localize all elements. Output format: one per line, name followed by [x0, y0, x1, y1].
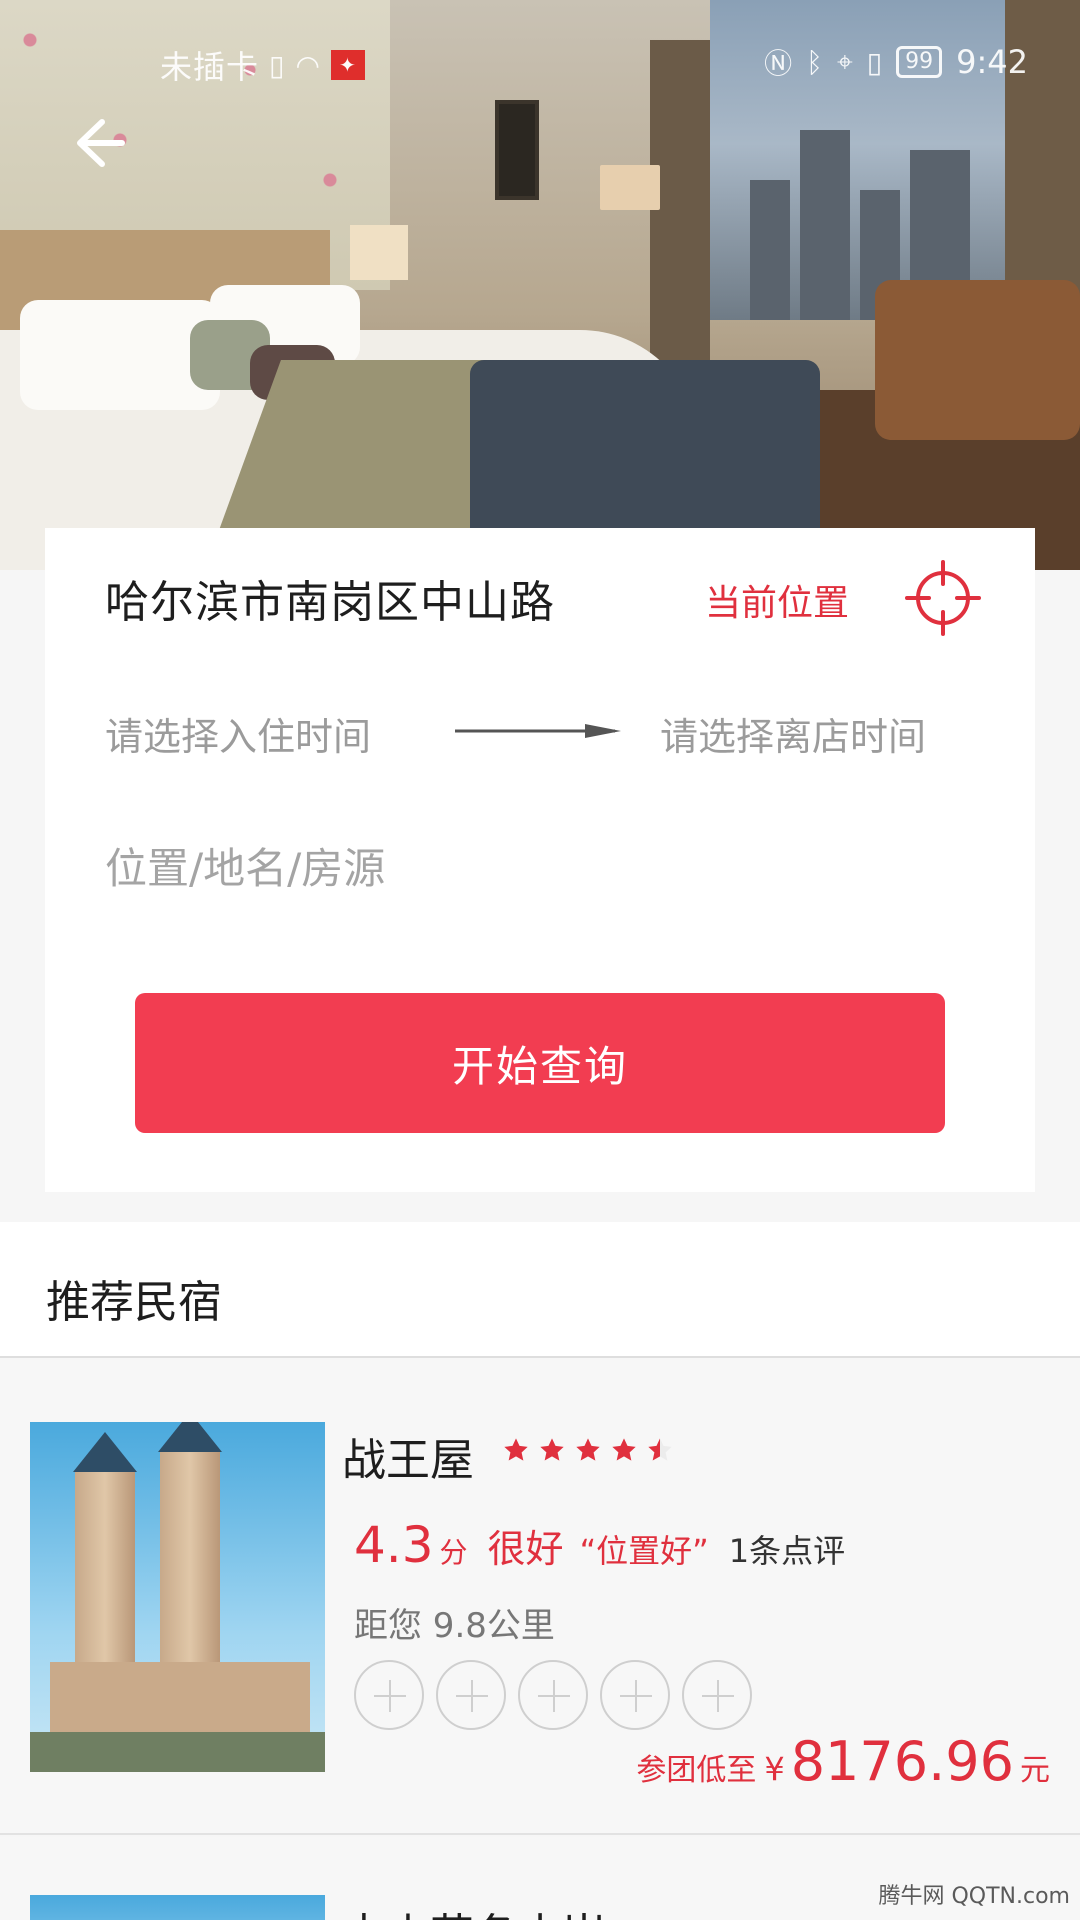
listing-name[interactable]: 战王屋	[342, 1424, 474, 1488]
amenity-placeholder-icon	[600, 1660, 670, 1730]
amenity-icons	[354, 1660, 752, 1730]
listing-thumbnail[interactable]	[30, 1895, 325, 1920]
list-item[interactable]: 战王屋 4.3 分 很好 “位置好” 1条点评 距您 9.8公里 参团低至 ¥ …	[0, 1360, 1080, 1835]
star-icon	[540, 1438, 564, 1461]
watermark-logo: 腾牛网 QQTN.com	[878, 1884, 1070, 1909]
star-icon	[504, 1438, 528, 1461]
rating-row: 4.3 分 很好 “位置好” 1条点评	[354, 1516, 845, 1574]
listing-name[interactable]: 中山花冬水岸	[342, 1899, 606, 1920]
review-quote: “位置好”	[579, 1532, 709, 1570]
star-icon	[612, 1438, 636, 1461]
amenity-placeholder-icon	[436, 1660, 506, 1730]
listing-thumbnail[interactable]	[30, 1422, 325, 1772]
hero-armchair	[875, 280, 1080, 440]
amenity-placeholder-icon	[682, 1660, 752, 1730]
review-count[interactable]: 1条点评	[729, 1526, 845, 1572]
place-search-input[interactable]	[105, 833, 965, 903]
nfc-icon: Ⓝ	[764, 47, 793, 80]
amenity-placeholder-icon	[354, 1660, 424, 1730]
current-location-button[interactable]: 当前位置	[705, 574, 849, 626]
currency-symbol: ¥	[764, 1750, 785, 1788]
status-bar: 未插卡 ▯ ◠ ✦ Ⓝ ᛒ ⌖ ▯ 99 9:42	[0, 0, 1080, 128]
price-block: 参团低至 ¥ 8176.96 元	[636, 1730, 1050, 1793]
price-unit: 元	[1020, 1753, 1050, 1788]
sim-icon: ▯	[269, 48, 286, 82]
battery-icon: 99	[896, 46, 943, 78]
wifi-icon: ◠	[295, 48, 321, 82]
arrow-left-icon	[77, 119, 125, 167]
back-button[interactable]	[62, 108, 132, 178]
location-icon: ⌖	[836, 45, 853, 78]
half-star-icon	[648, 1438, 672, 1461]
amenity-placeholder-icon	[518, 1660, 588, 1730]
app-flag-icon: ✦	[330, 50, 365, 80]
section-title: 推荐民宿	[46, 1277, 222, 1328]
star-icon	[576, 1438, 600, 1461]
checkout-date-picker[interactable]: 请选择离店时间	[660, 706, 926, 761]
price-value: 8176.96	[790, 1730, 1014, 1793]
distance-text: 距您 9.8公里	[354, 1606, 555, 1646]
praise-label: 很好	[487, 1527, 564, 1571]
price-label: 参团低至	[636, 1753, 757, 1788]
vibrate-icon: ▯	[866, 45, 883, 79]
star-rating	[502, 1436, 674, 1464]
arrow-right-icon	[455, 724, 621, 738]
carrier-label: 未插卡	[160, 48, 260, 86]
address-text[interactable]: 哈尔滨市南岗区中山路	[105, 566, 555, 630]
crosshair-icon[interactable]	[903, 558, 983, 638]
search-card: 哈尔滨市南岗区中山路 当前位置 请选择入住时间 请选择离店时间 开始查询	[45, 528, 1035, 1192]
checkin-date-picker[interactable]: 请选择入住时间	[105, 706, 371, 761]
bluetooth-icon: ᛒ	[806, 45, 823, 79]
start-search-button[interactable]: 开始查询	[135, 993, 945, 1133]
score-value: 4.3	[354, 1516, 434, 1574]
score-unit: 分	[439, 1536, 468, 1569]
recommend-section-header: 推荐民宿	[0, 1222, 1080, 1358]
clock: 9:42	[956, 43, 1028, 81]
